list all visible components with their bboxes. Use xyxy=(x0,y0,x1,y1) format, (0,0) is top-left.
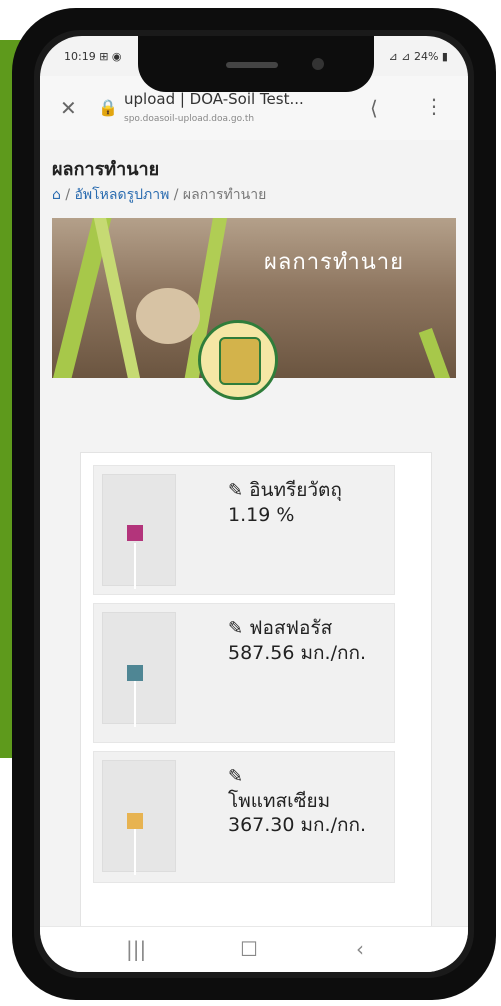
share-icon[interactable]: ⟨ xyxy=(370,98,378,118)
result-value: 367.30 มก./กก. xyxy=(228,814,367,836)
close-icon[interactable]: ✕ xyxy=(60,98,77,118)
result-text: ✎ ฟอสฟอรัส 587.56 มก./กก. xyxy=(228,616,388,665)
front-camera xyxy=(312,58,324,70)
back-button[interactable]: ‹ xyxy=(356,937,364,961)
home-button[interactable]: ☐ xyxy=(240,937,258,961)
status-time: 10:19 ⊞ ◉ xyxy=(64,50,122,63)
result-value: 1.19 % xyxy=(228,504,295,526)
result-item-phosphorus: ✎ ฟอสฟอรัส 587.56 มก./กก. xyxy=(93,603,395,743)
result-item-potassium: ✎ โพแทสเซียม 367.30 มก./กก. xyxy=(93,751,395,883)
pencil-icon[interactable]: ✎ xyxy=(228,766,243,787)
breadcrumb-separator: / xyxy=(65,187,71,203)
breadcrumb-current: ผลการทำนาย xyxy=(182,187,267,203)
phone-notch xyxy=(138,36,374,92)
pencil-icon[interactable]: ✎ xyxy=(228,480,243,501)
test-strip-image[interactable] xyxy=(102,612,176,727)
recent-apps-button[interactable]: ||| xyxy=(126,937,146,961)
banner-title: ผลการทำนาย xyxy=(264,250,405,275)
test-strip-image[interactable] xyxy=(102,474,176,589)
breadcrumb-separator: / xyxy=(173,187,179,203)
result-text: ✎ อินทรียวัตถุ 1.19 % xyxy=(228,478,388,527)
status-indicators: ⊿ ⊿ 24% ▮ xyxy=(388,50,448,63)
test-strip-image[interactable] xyxy=(102,760,176,875)
test-pad xyxy=(127,813,143,829)
results-card: ✎ อินทรียวัตถุ 1.19 % ✎ ฟอสฟอรัส 587.56 มก… xyxy=(80,452,432,926)
test-stick xyxy=(134,829,136,875)
result-text: ✎ โพแทสเซียม 367.30 มก./กก. xyxy=(228,764,388,837)
result-label: อินทรียวัตถุ xyxy=(249,479,342,501)
lock-icon[interactable]: 🔒 xyxy=(98,98,118,118)
test-pad xyxy=(127,665,143,681)
result-item-organic-matter: ✎ อินทรียวัตถุ 1.19 % xyxy=(93,465,395,595)
department-logo xyxy=(198,320,278,400)
browser-tab-title[interactable]: upload | DOA-Soil Test... xyxy=(124,90,360,108)
phone-screen: 10:19 ⊞ ◉ ⊿ ⊿ 24% ▮ ✕ 🔒 upload | DOA-Soi… xyxy=(40,36,468,972)
page-content: ผลการทำนาย ⌂ / อัพโหลดรูปภาพ / ผลการทำนา… xyxy=(40,140,468,926)
phone-frame: 10:19 ⊞ ◉ ⊿ ⊿ 24% ▮ ✕ 🔒 upload | DOA-Soi… xyxy=(12,8,496,1000)
result-label: โพแทสเซียม xyxy=(228,790,331,812)
result-label: ฟอสฟอรัส xyxy=(249,617,333,639)
browser-url-text[interactable]: spo.doasoil-upload.doa.go.th xyxy=(124,114,360,124)
speaker xyxy=(226,62,278,68)
page-title: ผลการทำนาย xyxy=(52,159,160,180)
breadcrumb: ⌂ / อัพโหลดรูปภาพ / ผลการทำนาย xyxy=(52,184,266,206)
banner-leaf xyxy=(418,328,456,378)
banner-leaf xyxy=(92,218,144,378)
home-icon[interactable]: ⌂ xyxy=(52,187,61,203)
test-pad xyxy=(127,525,143,541)
result-value: 587.56 มก./กก. xyxy=(228,642,367,664)
breadcrumb-upload-link[interactable]: อัพโหลดรูปภาพ xyxy=(75,187,170,203)
test-stick xyxy=(134,681,136,727)
test-stick xyxy=(134,543,136,589)
pencil-icon[interactable]: ✎ xyxy=(228,618,243,639)
banner-soil-clod xyxy=(136,288,200,344)
phone-bezel: 10:19 ⊞ ◉ ⊿ ⊿ 24% ▮ ✕ 🔒 upload | DOA-Soi… xyxy=(34,30,474,978)
more-options-icon[interactable]: ⋮ xyxy=(424,96,444,116)
android-nav-bar: ||| ☐ ‹ xyxy=(40,926,468,972)
